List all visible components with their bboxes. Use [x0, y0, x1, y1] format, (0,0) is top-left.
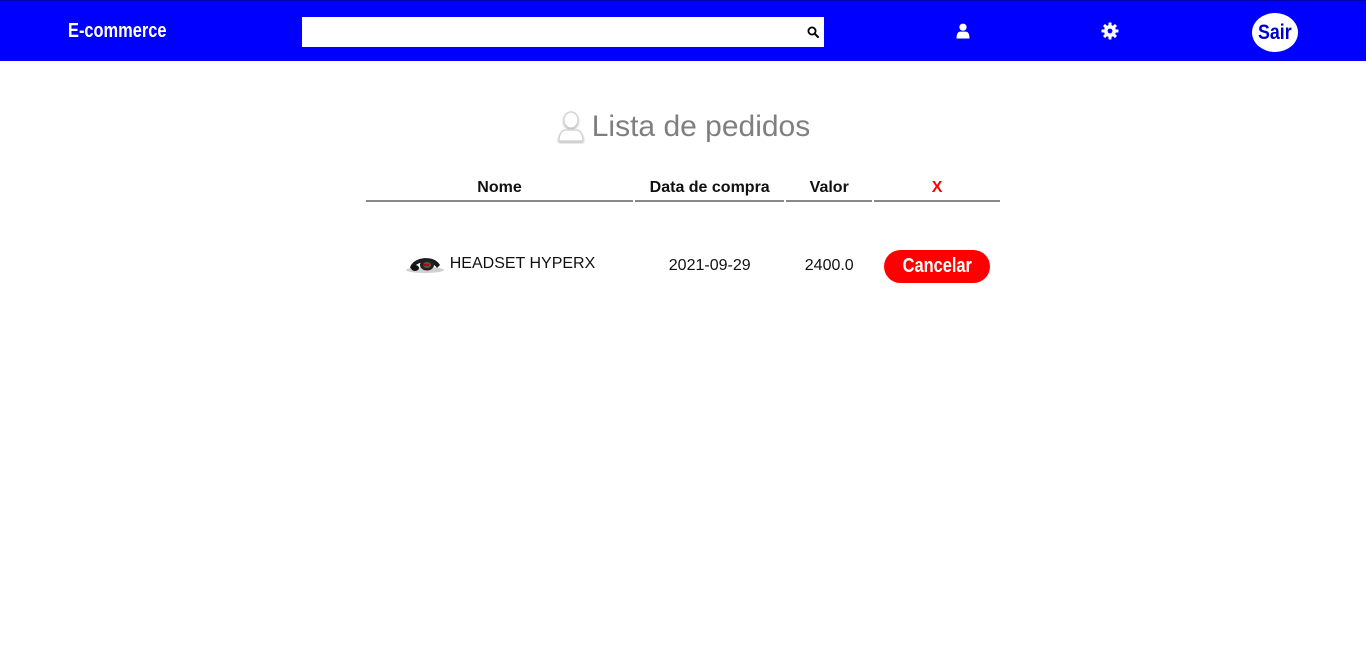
user-outline-icon — [558, 111, 584, 142]
cell-action: Cancelar — [874, 202, 1000, 332]
user-icon — [956, 23, 970, 39]
logout-button[interactable]: Sair — [1252, 13, 1298, 52]
search-icon — [807, 26, 819, 38]
brand-link[interactable]: E-commerce — [68, 20, 166, 43]
search-bar — [302, 17, 824, 47]
cell-purchase-date: 2021-09-29 — [668, 257, 751, 274]
cell-value: 2400.0 — [804, 257, 854, 274]
cancel-order-button[interactable]: Cancelar — [884, 249, 991, 283]
page-title: Lista de pedidos — [591, 110, 811, 143]
headset-image — [405, 257, 444, 273]
table-header-row: Nome Data de compra Valor X — [366, 176, 1000, 202]
product-name: HEADSET HYPERX — [449, 254, 596, 272]
cell-product-name: HEADSET HYPERX — [366, 202, 633, 332]
profile-button[interactable] — [953, 21, 973, 41]
column-header-value: Valor — [786, 176, 873, 202]
gear-icon — [1101, 22, 1119, 40]
column-header-name: Nome — [366, 176, 633, 202]
page-title-row: Lista de pedidos — [0, 110, 1366, 152]
search-input[interactable] — [302, 17, 802, 47]
settings-button[interactable] — [1100, 21, 1120, 41]
column-header-action: X — [874, 176, 1000, 202]
search-button[interactable] — [802, 17, 824, 47]
orders-table: Nome Data de compra Valor X HEADSET HYPE — [364, 176, 1002, 332]
table-row: HEADSET HYPERX 2021-09-29 2400.0 Cancela… — [366, 202, 1000, 332]
top-navbar: E-commerce Sair — [0, 0, 1366, 61]
logout-label: Sair — [1258, 20, 1292, 44]
column-header-date: Data de compra — [635, 176, 785, 202]
cancel-label: Cancelar — [902, 254, 972, 277]
